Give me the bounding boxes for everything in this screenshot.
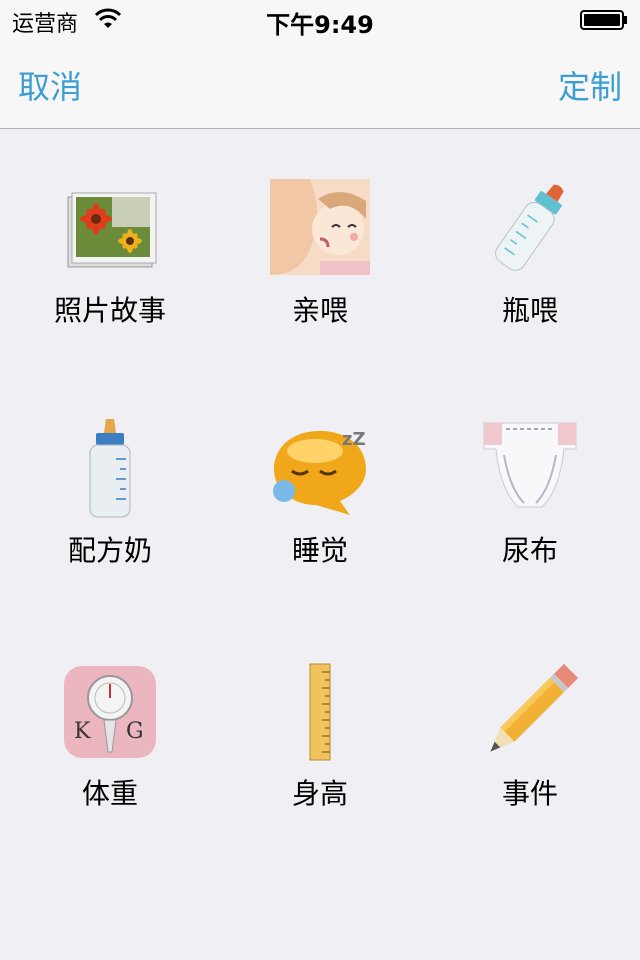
ruler-icon (309, 663, 331, 761)
svg-text:K: K (74, 719, 91, 744)
item-event[interactable]: 事件 (425, 662, 635, 862)
bottle-feed-icon (495, 184, 564, 271)
item-label: 事件 (501, 777, 558, 810)
item-sleep[interactable]: zZ 睡觉 (215, 419, 425, 619)
item-label: 体重 (81, 777, 138, 810)
item-weight[interactable]: K G 体重 (5, 662, 215, 862)
item-diaper[interactable]: 尿布 (425, 419, 635, 619)
item-label: 配方奶 (67, 534, 152, 567)
svg-text:zZ: zZ (342, 429, 366, 450)
item-height[interactable]: 身高 (215, 662, 425, 862)
photo-story-icon (67, 192, 157, 268)
item-label: 睡觉 (291, 534, 348, 567)
item-breastfeed[interactable]: 亲喂 (215, 179, 425, 379)
customize-button[interactable]: 定制 (558, 62, 622, 108)
item-label: 照片故事 (53, 294, 166, 327)
item-label: 身高 (291, 777, 348, 810)
scale-icon: K G (64, 666, 156, 758)
pencil-icon (490, 663, 579, 752)
sleep-icon: zZ (273, 429, 366, 515)
item-label: 尿布 (501, 534, 558, 567)
item-formula[interactable]: 配方奶 (5, 419, 215, 619)
svg-text:G: G (126, 719, 144, 744)
diaper-icon (483, 422, 577, 508)
status-time: 下午9:49 (266, 11, 374, 39)
item-label: 瓶喂 (501, 294, 558, 327)
item-photo-story[interactable]: 照片故事 (5, 179, 215, 379)
status-bar: 运营商 下午9:49 (0, 0, 640, 40)
cancel-button[interactable]: 取消 (18, 62, 82, 108)
breastfeed-icon (270, 179, 370, 275)
item-label: 亲喂 (291, 294, 348, 327)
item-bottle-feed[interactable]: 瓶喂 (425, 179, 635, 379)
battery-icon (580, 10, 627, 30)
nav-bar: 取消 定制 (0, 40, 640, 129)
formula-bottle-icon (89, 419, 131, 518)
